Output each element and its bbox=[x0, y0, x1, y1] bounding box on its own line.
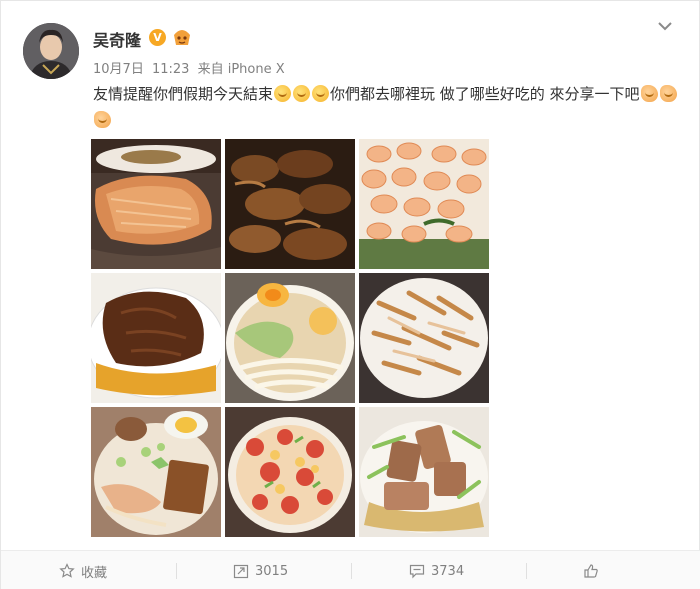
photo-grid bbox=[91, 139, 489, 537]
like-button[interactable] bbox=[583, 551, 605, 589]
favorite-button[interactable]: 收藏 bbox=[59, 551, 107, 589]
photo-udon-noodle-soup[interactable] bbox=[225, 273, 355, 403]
source-prefix: 来自 bbox=[197, 62, 224, 77]
photo-shrimp-dish[interactable] bbox=[359, 139, 489, 269]
laugh-emoji-icon bbox=[293, 85, 311, 102]
post-source: iPhone X bbox=[227, 62, 285, 77]
clap-emoji-icon bbox=[640, 85, 658, 102]
comment-icon bbox=[409, 564, 425, 579]
chevron-down-icon[interactable] bbox=[657, 19, 673, 31]
vip-member-icon bbox=[171, 27, 193, 47]
action-bar: 收藏 3015 3734 bbox=[1, 550, 700, 589]
verified-badge-icon: V bbox=[149, 29, 166, 46]
photo-salmon-steak[interactable] bbox=[91, 139, 221, 269]
divider bbox=[176, 563, 177, 579]
laugh-emoji-icon bbox=[312, 85, 330, 102]
comment-button[interactable]: 3734 bbox=[409, 551, 464, 589]
photo-stir-fried-noodles[interactable] bbox=[359, 273, 489, 403]
divider bbox=[526, 563, 527, 579]
laugh-emoji-icon bbox=[274, 85, 292, 102]
post-meta: 10月7日 11:23 来自 iPhone X bbox=[93, 58, 289, 77]
photo-braised-chicken-wings[interactable] bbox=[225, 139, 355, 269]
weibo-post-card: 吴奇隆 V 10月7日 11:23 来自 iPhone X 友情提醒你們假期今天… bbox=[0, 0, 700, 589]
clap-emoji-icon bbox=[659, 85, 677, 102]
post-text-part2: 你們都去哪裡玩 做了哪些好吃的 來分享一下吧 bbox=[330, 85, 640, 103]
post-date[interactable]: 10月7日 bbox=[93, 62, 144, 77]
star-icon bbox=[59, 563, 75, 578]
photo-braised-pork[interactable] bbox=[91, 273, 221, 403]
username[interactable]: 吴奇隆 bbox=[93, 27, 141, 51]
photo-noodle-soup-egg[interactable] bbox=[91, 407, 221, 537]
user-avatar[interactable] bbox=[23, 23, 79, 79]
thumbs-up-icon bbox=[584, 564, 598, 578]
repost-button[interactable]: 3015 bbox=[233, 551, 288, 589]
post-text: 友情提醒你們假期今天結束 你們都去哪裡玩 做了哪些好吃的 來分享一下吧 bbox=[93, 81, 683, 133]
comment-count: 3734 bbox=[431, 563, 465, 579]
favorite-label: 收藏 bbox=[81, 565, 108, 581]
photo-sliced-meat-vegetables[interactable] bbox=[359, 407, 489, 537]
post-time: 11:23 bbox=[151, 62, 190, 77]
repost-icon bbox=[233, 564, 249, 579]
repost-count: 3015 bbox=[255, 563, 289, 579]
photo-tomato-egg-rice[interactable] bbox=[225, 407, 355, 537]
clap-emoji-icon bbox=[94, 111, 111, 128]
divider bbox=[351, 563, 352, 579]
post-text-part1: 友情提醒你們假期今天結束 bbox=[93, 85, 274, 103]
